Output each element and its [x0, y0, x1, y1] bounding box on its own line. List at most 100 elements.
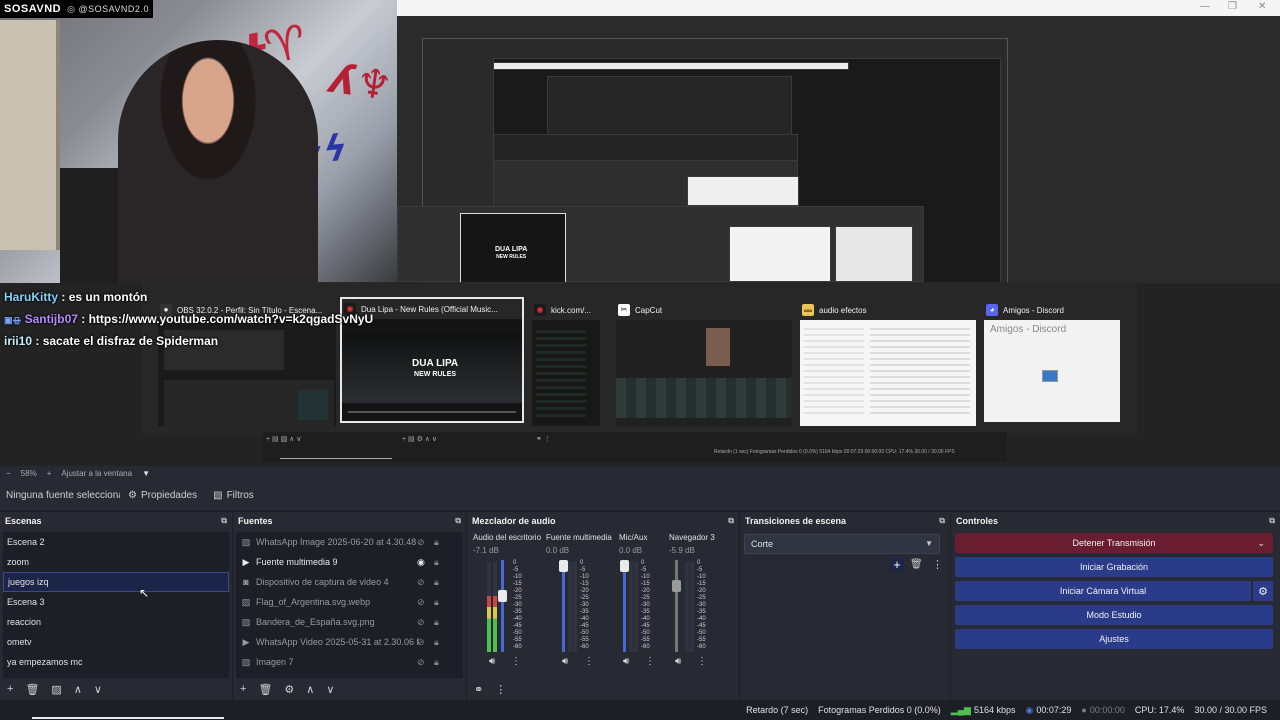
minimize-icon[interactable]: —: [1200, 1, 1210, 12]
eye-hidden-icon[interactable]: ⊘: [417, 657, 425, 668]
discord-thumb-text: Amigos - Discord: [990, 324, 1067, 335]
source-item[interactable]: ▨ Bandera_de_España.svg.png ⊘ 🔒︎: [236, 612, 463, 632]
move-down-icon[interactable]: ∨: [94, 683, 102, 696]
popout-icon[interactable]: ⧉: [1269, 516, 1275, 526]
eye-hidden-icon[interactable]: ⊘: [417, 637, 425, 648]
speaker-icon[interactable]: 🔊︎: [562, 656, 568, 667]
source-item[interactable]: ▶ WhatsApp Video 2025-05-31 at 2.30.06 PM…: [236, 632, 463, 652]
trash-icon[interactable]: 🗑: [258, 683, 272, 696]
stop-stream-button[interactable]: Detener Transmisión ⌄: [955, 533, 1273, 553]
volume-slider[interactable]: [498, 560, 507, 652]
badge-icon: ▣🝮: [4, 315, 22, 325]
scene-item-selected[interactable]: juegos izq: [3, 572, 229, 592]
source-item[interactable]: ◙ Dispositivo de captura de video 4 ⊘ 🔒︎: [236, 572, 463, 592]
scene-item[interactable]: ya empezamos mc: [3, 652, 229, 672]
eye-hidden-icon[interactable]: ⊘: [417, 597, 425, 608]
eye-icon[interactable]: ◉: [417, 557, 425, 568]
add-source-button[interactable]: +: [240, 683, 246, 695]
properties-button[interactable]: ⚙ Propiedades: [120, 486, 205, 505]
task-kick[interactable]: ◉ kick.com/...: [532, 300, 600, 426]
scene-filters-icon[interactable]: ▨: [51, 683, 61, 696]
source-item[interactable]: ▨ WhatsApp Image 2025-06-20 at 4.30.48 PM…: [236, 532, 463, 552]
status-bar: Retardo (7 sec) Fotogramas Perdidos 0 (0…: [0, 700, 1280, 720]
volume-slider[interactable]: [672, 560, 681, 652]
preview-canvas[interactable]: — ❐ ✕ DUA LIPA NEW RULES ǂ♈ ʎ♆ ϟϟ ✗✗ SOS: [0, 0, 1280, 466]
menu-icon[interactable]: ⋮: [932, 558, 943, 571]
add-scene-button[interactable]: +: [7, 683, 13, 695]
scene-item[interactable]: Escena 3: [3, 592, 229, 612]
signal-icon: ▂▄▆: [950, 704, 971, 715]
speaker-icon[interactable]: 🔊︎: [623, 656, 629, 667]
folder-icon: ▬: [802, 304, 814, 316]
maximize-icon[interactable]: ❐: [1228, 1, 1237, 12]
menu-icon[interactable]: ⋮: [645, 656, 655, 667]
scene-item[interactable]: zoom: [3, 552, 229, 572]
move-up-icon[interactable]: ∧: [74, 683, 82, 696]
lock-icon[interactable]: 🔒︎: [434, 597, 439, 608]
scene-item[interactable]: ometv: [3, 632, 229, 652]
channel-db: 0.0 dB: [619, 546, 643, 555]
source-item[interactable]: ▨ Flag_of_Argentina.svg.webp ⊘ 🔒︎: [236, 592, 463, 612]
lock-icon[interactable]: 🔒︎: [434, 637, 439, 648]
zoom-in-button[interactable]: +: [47, 469, 52, 478]
lock-icon[interactable]: 🔒︎: [434, 537, 439, 548]
scenes-list: Escena 2 zoom juegos izq Escena 3 reacci…: [3, 532, 229, 678]
lock-icon[interactable]: 🔒︎: [434, 577, 439, 588]
trash-icon[interactable]: 🗑: [25, 683, 39, 696]
lock-icon[interactable]: 🔒︎: [434, 617, 439, 628]
settings-button[interactable]: Ajustes: [955, 629, 1273, 649]
link-icon[interactable]: ⚭: [474, 683, 483, 696]
db-tick: -40: [580, 616, 589, 622]
move-down-icon[interactable]: ∨: [326, 683, 334, 696]
add-transition-button[interactable]: +: [890, 558, 904, 572]
scene-item[interactable]: Escena 2: [3, 532, 229, 552]
db-tick: -30: [697, 602, 706, 608]
scrollbar[interactable]: [32, 717, 224, 719]
db-tick: -30: [641, 602, 650, 608]
channel-name: Navegador 3: [669, 533, 715, 542]
lock-icon[interactable]: 🔒︎: [434, 557, 439, 568]
task-discord[interactable]: ◕ Amigos - Discord Amigos - Discord: [984, 300, 1120, 426]
source-item[interactable]: ▨ Imagen 7 ⊘ 🔒︎: [236, 652, 463, 672]
lock-icon[interactable]: 🔒︎: [434, 657, 439, 668]
volume-slider[interactable]: [620, 560, 629, 652]
task-capcut[interactable]: ✂ CapCut: [616, 300, 792, 426]
start-virtual-cam-button[interactable]: Iniciar Cámara Virtual: [955, 581, 1251, 601]
transitions-title: Transiciones de escena: [745, 516, 847, 526]
chat-message: ▣🝮 Santijb07 : https://www.youtube.com/w…: [4, 312, 374, 326]
scene-item[interactable]: reaccion: [3, 612, 229, 632]
speaker-icon[interactable]: 🔊︎: [675, 656, 681, 667]
start-recording-button[interactable]: Iniciar Grabación: [955, 557, 1273, 577]
kick-icon: ◉: [534, 304, 546, 316]
studio-mode-button[interactable]: Modo Estudio: [955, 605, 1273, 625]
popout-icon[interactable]: ⧉: [221, 516, 227, 526]
menu-icon[interactable]: ⋮: [584, 656, 594, 667]
move-up-icon[interactable]: ∧: [306, 683, 314, 696]
popout-icon[interactable]: ⧉: [455, 516, 461, 526]
volume-slider[interactable]: [559, 560, 568, 652]
menu-icon[interactable]: ⋮: [697, 656, 707, 667]
menu-icon[interactable]: ⋮: [511, 656, 521, 667]
source-item[interactable]: ▶ Fuente multimedia 9 ◉ 🔒︎: [236, 552, 463, 572]
gear-icon[interactable]: ⚙: [284, 683, 294, 696]
eye-hidden-icon[interactable]: ⊘: [417, 577, 425, 588]
chevron-down-icon[interactable]: ▼: [142, 469, 150, 478]
volume-meter: [690, 562, 694, 652]
filters-button[interactable]: ▧ Filtros: [205, 486, 262, 505]
speaker-icon[interactable]: 🔊︎: [489, 656, 495, 667]
controls-title: Controles: [956, 516, 999, 526]
fit-window-label[interactable]: Ajustar a la ventana: [61, 469, 132, 478]
dropped-frames: Fotogramas Perdidos 0 (0.0%): [818, 705, 941, 715]
transition-select[interactable]: Corte ▼: [744, 534, 940, 554]
gear-icon[interactable]: ⚙: [1253, 581, 1273, 601]
trash-icon[interactable]: 🗑: [910, 559, 923, 570]
popout-icon[interactable]: ⧉: [939, 516, 945, 526]
eye-hidden-icon[interactable]: ⊘: [417, 617, 425, 628]
eye-hidden-icon[interactable]: ⊘: [417, 537, 425, 548]
task-folder[interactable]: ▬ audio efectos: [800, 300, 976, 426]
nested-screen-capture: DUA LIPA NEW RULES: [397, 16, 1280, 283]
menu-icon[interactable]: ⋮: [495, 683, 506, 696]
zoom-out-button[interactable]: −: [6, 469, 11, 478]
close-icon[interactable]: ✕: [1258, 1, 1266, 12]
popout-icon[interactable]: ⧉: [728, 516, 734, 526]
